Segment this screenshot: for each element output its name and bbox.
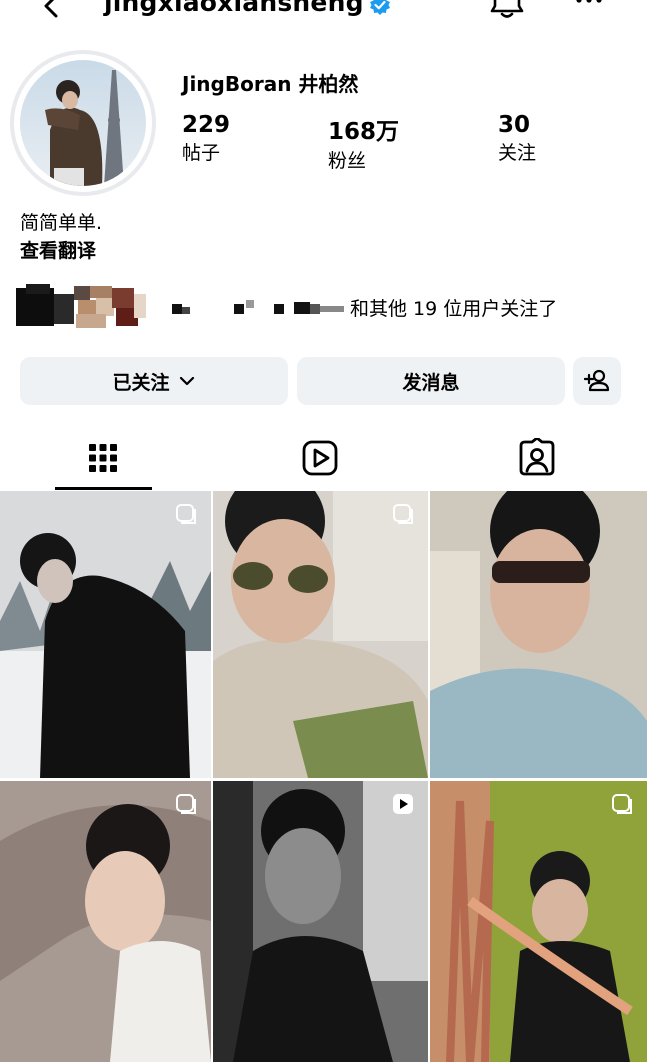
message-label: 发消息: [402, 371, 460, 394]
carousel-icon: [393, 504, 413, 524]
carousel-icon: [612, 794, 632, 814]
post-image-car-selfie: [213, 491, 428, 778]
message-button[interactable]: 发消息: [297, 357, 565, 405]
notification-bell-icon[interactable]: [490, 0, 524, 22]
avatar-image: [20, 60, 146, 186]
carousel-icon: [176, 794, 196, 814]
redacted-avatars-image: [16, 284, 146, 328]
post-image-snow: [0, 491, 211, 778]
posts-count: 229: [182, 112, 231, 138]
mutual-follower-avatars[interactable]: [16, 284, 146, 330]
post-thumbnail[interactable]: [430, 781, 647, 1062]
followers-label: 粉丝: [328, 150, 367, 172]
post-thumbnail[interactable]: [0, 781, 211, 1062]
followed-by-text[interactable]: 和其他 19 位用户关注了: [350, 294, 557, 321]
top-bar: jingxiaoxiansheng: [0, 0, 647, 30]
post-image-bw-portrait: [213, 781, 428, 1062]
following-button[interactable]: 已关注: [20, 357, 288, 405]
tagged-icon[interactable]: [517, 438, 557, 478]
add-person-button[interactable]: [573, 357, 621, 405]
redacted-usernames: [170, 300, 350, 318]
back-icon[interactable]: [38, 0, 66, 20]
display-name: JingBoran 井柏然: [182, 72, 359, 96]
more-options-icon[interactable]: [574, 0, 604, 10]
avatar[interactable]: [20, 60, 146, 186]
carousel-icon: [176, 504, 196, 524]
post-image-pillow: [0, 781, 211, 1062]
post-thumbnail[interactable]: [213, 491, 428, 778]
posts-stat[interactable]: 229 帖子: [182, 112, 230, 165]
post-image-green-wall: [430, 781, 647, 1062]
post-thumbnail[interactable]: [213, 781, 428, 1062]
chevron-down-icon: [179, 376, 194, 386]
reels-icon[interactable]: [300, 438, 340, 478]
bio-text: 简简单单.: [20, 212, 103, 234]
following-label: 已关注: [112, 371, 170, 394]
see-translation-link[interactable]: 查看翻译: [20, 236, 96, 263]
redacted-names-image: [172, 300, 344, 314]
following-stat[interactable]: 30 关注: [498, 112, 536, 165]
active-tab-indicator: [55, 487, 152, 490]
post-thumbnail[interactable]: [430, 491, 647, 778]
followers-stat[interactable]: 168万 粉丝: [328, 112, 399, 173]
following-label: 关注: [498, 142, 537, 164]
verified-badge-icon: [370, 0, 390, 15]
post-image-sunglasses: [430, 491, 647, 778]
grid-icon[interactable]: [83, 438, 123, 478]
reel-badge-icon: [393, 794, 413, 814]
following-count: 30: [498, 112, 531, 138]
post-thumbnail[interactable]: [0, 491, 211, 778]
add-person-icon: [584, 369, 610, 392]
posts-label: 帖子: [182, 142, 221, 164]
followers-count: 168万: [328, 119, 400, 145]
username-title: jingxiaoxiansheng: [104, 0, 364, 17]
